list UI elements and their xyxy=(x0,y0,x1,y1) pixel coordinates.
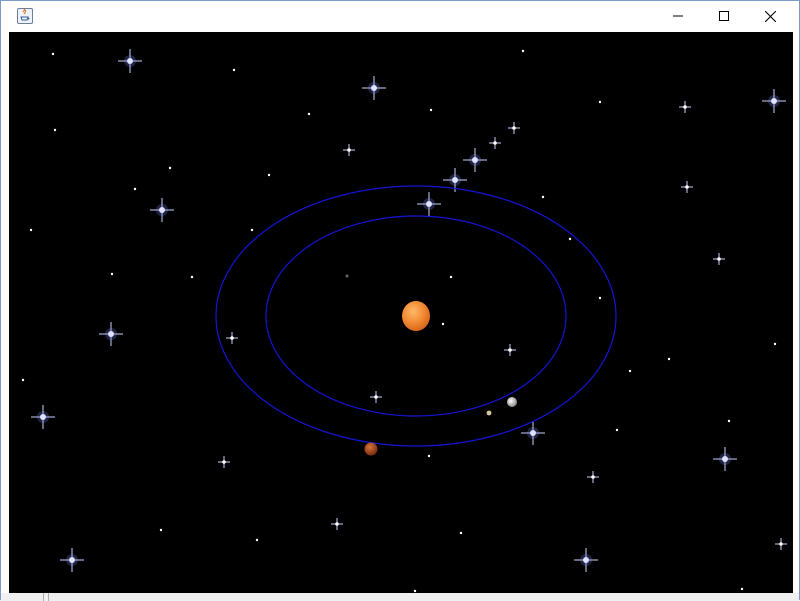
earth[interactable] xyxy=(507,397,517,407)
java-app-icon[interactable] xyxy=(17,8,33,24)
app-window xyxy=(0,0,800,601)
title-bar[interactable] xyxy=(1,1,799,31)
solar-system-canvas[interactable] xyxy=(9,32,793,593)
moon[interactable] xyxy=(486,410,492,416)
close-button[interactable] xyxy=(747,1,793,31)
window-bottom-border xyxy=(1,593,799,600)
close-icon xyxy=(764,10,776,22)
minimize-button[interactable] xyxy=(655,1,701,31)
maximize-button[interactable] xyxy=(701,1,747,31)
minimize-icon xyxy=(673,15,683,17)
mars[interactable] xyxy=(364,442,378,456)
sun[interactable] xyxy=(402,301,430,331)
scene-svg xyxy=(21,48,788,593)
maximize-icon xyxy=(719,11,729,21)
